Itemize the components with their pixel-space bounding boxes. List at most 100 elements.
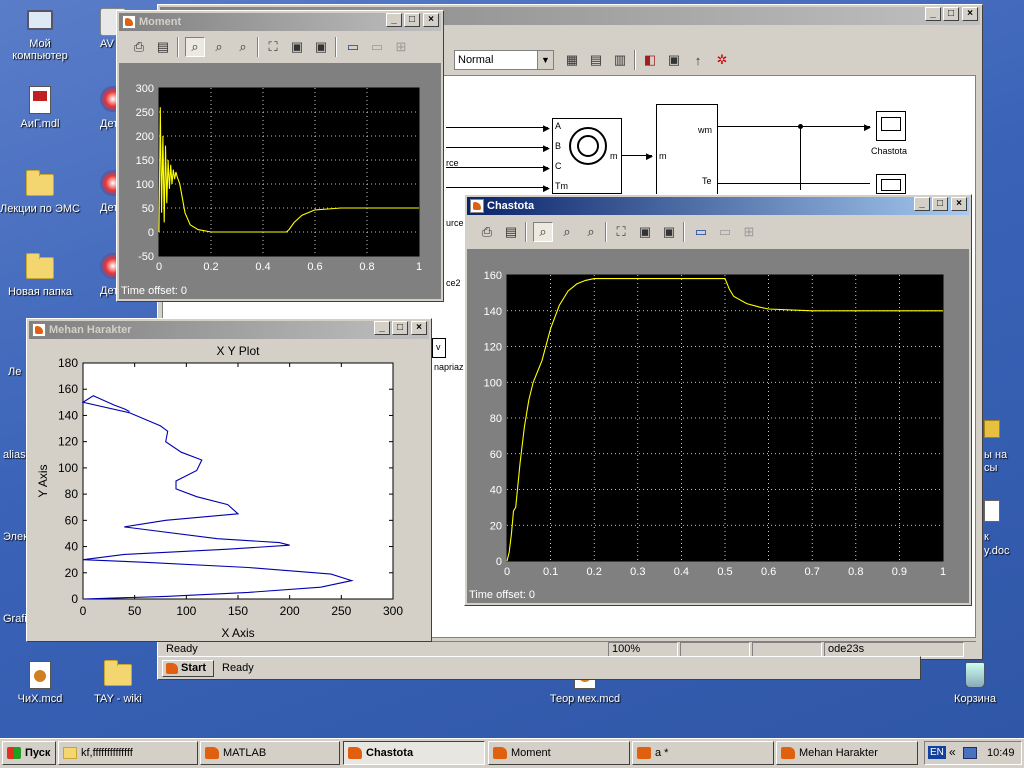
taskbar-button[interactable]: Moment	[488, 741, 630, 765]
x-tick-label: 0.7	[805, 566, 820, 578]
print-icon[interactable]: ⎙	[129, 37, 149, 57]
minimize-button[interactable]: _	[374, 321, 390, 335]
library-browser-icon[interactable]: ▦	[562, 50, 582, 70]
port-label: C	[555, 161, 562, 171]
desktop-icon[interactable]: Лекции по ЭМС	[0, 170, 80, 215]
chastota-title-bar[interactable]: Chastota	[467, 197, 969, 215]
go-to-parent-icon[interactable]: ↑	[688, 50, 708, 70]
matlab-logo-icon	[205, 747, 219, 759]
zoom-y-icon[interactable]: ⌕	[233, 37, 253, 57]
maximize-button[interactable]: □	[943, 7, 959, 21]
scope-label: Chastota	[871, 146, 908, 156]
y-tick-label: 140	[484, 306, 502, 318]
zoom-icon[interactable]: ⌕	[185, 37, 205, 57]
zoom-y-icon[interactable]: ⌕	[581, 222, 601, 242]
floating-scope-icon[interactable]: ▭	[691, 222, 711, 242]
clock[interactable]: 10:49	[987, 747, 1015, 759]
time-offset-label: Time offset: 0	[121, 285, 188, 297]
desktop-icon[interactable]: ЧиХ.mcd	[0, 660, 80, 705]
desktop-icon[interactable]: АиГ.mdl	[0, 85, 80, 130]
taskbar-button[interactable]: kf,ffffffffffffff	[58, 741, 198, 765]
model-explorer-icon[interactable]: ▤	[586, 50, 606, 70]
restore-axes-icon[interactable]: ▣	[311, 37, 331, 57]
zoom-select[interactable]: Normal ▼	[454, 50, 554, 70]
minimize-button[interactable]: _	[925, 7, 941, 21]
x-tick-label: 250	[331, 604, 351, 618]
desktop-icon[interactable]: Корзина	[935, 660, 1015, 705]
autoscale-icon[interactable]: ⛶	[263, 37, 283, 57]
language-indicator[interactable]: EN	[928, 746, 946, 759]
network-icon[interactable]	[963, 747, 977, 759]
desktop-icon[interactable]: TAY - wiki	[78, 660, 158, 705]
floating-scope-icon[interactable]: ▭	[343, 37, 363, 57]
signal-selector-icon[interactable]: ⊞	[391, 37, 411, 57]
x-tick-label: 0.2	[587, 566, 602, 578]
minimize-button[interactable]: _	[386, 13, 402, 27]
status-empty	[680, 642, 750, 657]
maximize-button[interactable]: □	[404, 13, 420, 27]
y-tick-label: 0	[71, 592, 78, 606]
close-button[interactable]: ×	[962, 7, 978, 21]
parameters-icon[interactable]: ▤	[501, 222, 521, 242]
chastota-scope-block[interactable]	[876, 111, 906, 141]
signal-selector-icon[interactable]: ⊞	[739, 222, 759, 242]
save-axes-icon[interactable]: ▣	[635, 222, 655, 242]
desktop-icon[interactable]: Мой компьютер	[0, 5, 80, 62]
port-label: B	[555, 141, 562, 151]
mehan-title-bar[interactable]: Mehan Harakter	[29, 321, 429, 339]
desktop-icon-label: Мой компьютер	[12, 38, 68, 62]
lock-axes-icon[interactable]: ▭	[367, 37, 387, 57]
desktop-icon-label: TAY - wiki	[94, 693, 142, 705]
debug-icon[interactable]: ◧	[640, 50, 660, 70]
restore-axes-icon[interactable]: ▣	[659, 222, 679, 242]
x-tick-label: 0.8	[359, 261, 374, 273]
build-icon[interactable]: ▥	[610, 50, 630, 70]
y-tick-label: 20	[490, 520, 502, 532]
taskbar-button[interactable]: Chastota	[343, 741, 485, 765]
moment-scope-block[interactable]	[876, 174, 906, 194]
taskbar-button[interactable]: MATLAB	[200, 741, 340, 765]
autoscale-icon[interactable]: ⛶	[611, 222, 631, 242]
minimize-button[interactable]: _	[914, 197, 930, 211]
x-tick-label: 0.8	[848, 566, 863, 578]
mathcad-file-icon	[24, 660, 56, 690]
lock-axes-icon[interactable]: ▭	[715, 222, 735, 242]
zoom-x-icon[interactable]: ⌕	[557, 222, 577, 242]
mehan-harakter-window[interactable]: Mehan Harakter _ □ × 0 50 100 150 200 250 300 0…	[26, 318, 432, 642]
start-button[interactable]: Пуск	[2, 741, 56, 765]
desktop-icon-label-partial: к	[984, 531, 989, 543]
desktop-icon-partial[interactable]	[984, 500, 1000, 522]
y-tick-label: 0	[496, 556, 502, 568]
y-tick-label: 40	[490, 485, 502, 497]
taskbar-button[interactable]: Mehan Harakter	[776, 741, 918, 765]
taskbar-button[interactable]: a *	[632, 741, 774, 765]
maximize-button[interactable]: □	[932, 197, 948, 211]
properties-icon[interactable]: ▣	[664, 50, 684, 70]
moment-scope-window[interactable]: Moment _ □ × ⎙ ▤ ⌕ ⌕ ⌕ ⛶ ▣ ▣ ▭ ▭ ⊞ 0 0.2 0…	[116, 10, 444, 302]
parameters-icon[interactable]: ▤	[153, 37, 173, 57]
stop-icon[interactable]: ✲	[712, 50, 732, 70]
zoom-x-icon[interactable]: ⌕	[209, 37, 229, 57]
maximize-button[interactable]: □	[392, 321, 408, 335]
y-tick-label: 50	[142, 203, 154, 215]
matlab-start-button[interactable]: Start	[162, 660, 214, 677]
matlab-window-strip[interactable]: Start Ready	[157, 656, 921, 680]
chevron-left-icon[interactable]: «	[949, 745, 956, 759]
zoom-icon[interactable]: ⌕	[533, 222, 553, 242]
close-button[interactable]: ×	[423, 13, 439, 27]
chevron-down-icon[interactable]: ▼	[537, 51, 553, 69]
y-tick-label: 80	[490, 413, 502, 425]
chart-title: X Y Plot	[217, 344, 261, 358]
moment-chart: 0 0.2 0.4 0.6 0.8 1-50050100150200250300	[136, 83, 422, 273]
print-icon[interactable]: ⎙	[477, 222, 497, 242]
desktop-icon-partial[interactable]	[984, 420, 1000, 438]
desktop-icon[interactable]: Новая папка	[0, 253, 80, 298]
port-label: Tm	[555, 181, 568, 191]
chastota-scope-window[interactable]: Chastota _ □ × ⎙ ▤ ⌕ ⌕ ⌕ ⛶ ▣ ▣ ▭ ▭ ⊞ 0 0.…	[464, 194, 972, 606]
simulink-status-bar: Ready 100% ode23s	[162, 641, 976, 657]
close-button[interactable]: ×	[951, 197, 967, 211]
status-zoom: 100%	[608, 642, 678, 657]
save-axes-icon[interactable]: ▣	[287, 37, 307, 57]
close-button[interactable]: ×	[411, 321, 427, 335]
folder-icon	[24, 170, 56, 200]
